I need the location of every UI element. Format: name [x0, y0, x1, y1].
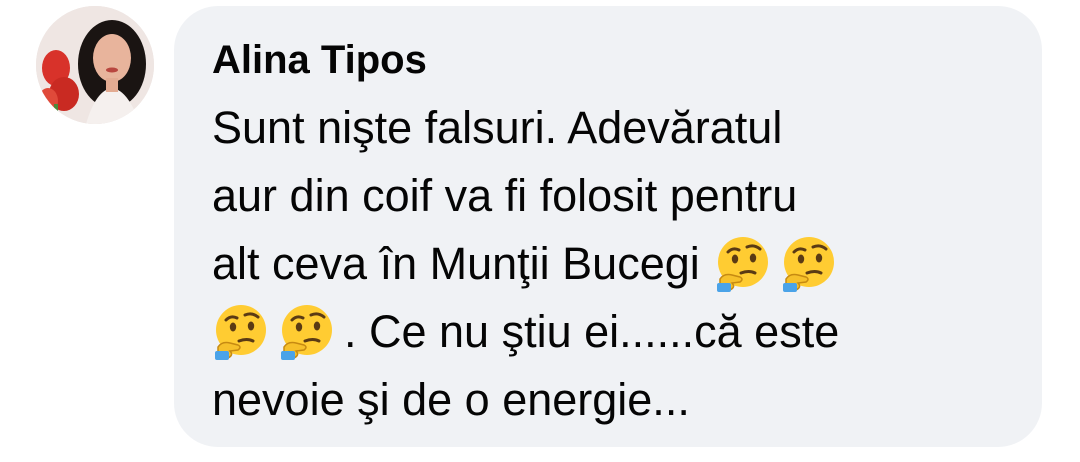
comment: Alina Tipos Sunt nişte falsuri. Adevărat…: [0, 0, 1080, 462]
thinking-face-icon: [714, 235, 772, 293]
thinking-face-icon: [780, 235, 838, 293]
thinking-face-icon: [212, 303, 270, 361]
comment-text-line: . Ce nu ştiu ei......că este: [212, 298, 1012, 366]
comment-text: . Ce nu ştiu ei......că este: [344, 306, 840, 357]
comment-text-line: aur din coif va fi folosit pentru: [212, 162, 1012, 230]
thinking-face-icon: [278, 303, 336, 361]
comment-text: aur din coif va fi folosit pentru: [212, 170, 798, 221]
avatar[interactable]: [36, 6, 154, 124]
comment-text-line: alt ceva în Munţii Bucegi: [212, 230, 1012, 298]
comment-text: alt ceva în Munţii Bucegi: [212, 238, 700, 289]
author-name[interactable]: Alina Tipos: [212, 34, 1012, 86]
comment-text: Sunt nişte falsuri. Adevăratul: [212, 102, 783, 153]
comment-text: nevoie şi de o energie...: [212, 374, 690, 425]
comment-bubble: Alina Tipos Sunt nişte falsuri. Adevărat…: [174, 6, 1042, 447]
profile-photo-icon: [36, 6, 154, 124]
comment-text-line: Sunt nişte falsuri. Adevăratul: [212, 94, 1012, 162]
comment-text-line: nevoie şi de o energie...: [212, 366, 1012, 434]
